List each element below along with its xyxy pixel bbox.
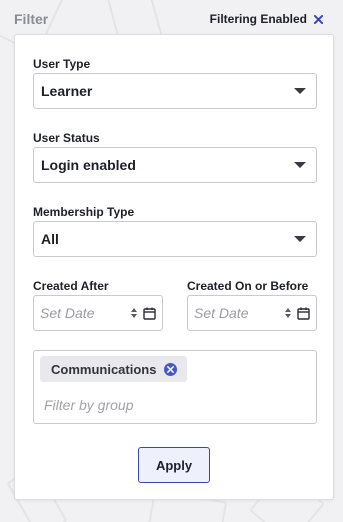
user-status-value: Login enabled (41, 157, 136, 173)
filter-header: Filter Filtering Enabled (14, 9, 324, 29)
filter-panel: User Type Learner User Status Login enab… (14, 34, 334, 500)
membership-type-label: Membership Type (33, 205, 135, 219)
remove-chip-icon[interactable] (164, 362, 178, 376)
group-search-input[interactable] (44, 395, 304, 415)
created-before-placeholder: Set Date (194, 305, 249, 321)
user-type-value: Learner (41, 83, 93, 99)
membership-type-value: All (41, 231, 59, 247)
filter-title: Filter (14, 11, 49, 27)
chevron-down-icon (294, 162, 306, 168)
chevron-down-icon (294, 236, 306, 242)
group-chip-label: Communications (51, 361, 157, 377)
date-stepper[interactable] (131, 308, 137, 318)
created-after-placeholder: Set Date (40, 305, 95, 321)
filtering-status: Filtering Enabled (210, 12, 324, 26)
date-stepper[interactable] (285, 308, 291, 318)
user-type-select[interactable]: Learner (33, 73, 317, 109)
group-chip: Communications (40, 356, 188, 382)
apply-button[interactable]: Apply (138, 447, 210, 483)
created-after-input[interactable]: Set Date (33, 295, 163, 331)
created-before-input[interactable]: Set Date (187, 295, 317, 331)
close-icon[interactable] (312, 13, 324, 25)
calendar-icon[interactable] (143, 307, 156, 320)
group-filter[interactable]: Communications (33, 350, 317, 424)
user-status-select[interactable]: Login enabled (33, 147, 317, 183)
chevron-down-icon (294, 88, 306, 94)
created-after-label: Created After (33, 279, 109, 293)
calendar-icon[interactable] (297, 307, 310, 320)
user-type-label: User Type (33, 57, 91, 71)
user-status-label: User Status (33, 131, 100, 145)
membership-type-select[interactable]: All (33, 221, 317, 257)
filtering-status-text: Filtering Enabled (209, 12, 307, 26)
created-before-label: Created On or Before (187, 279, 309, 293)
